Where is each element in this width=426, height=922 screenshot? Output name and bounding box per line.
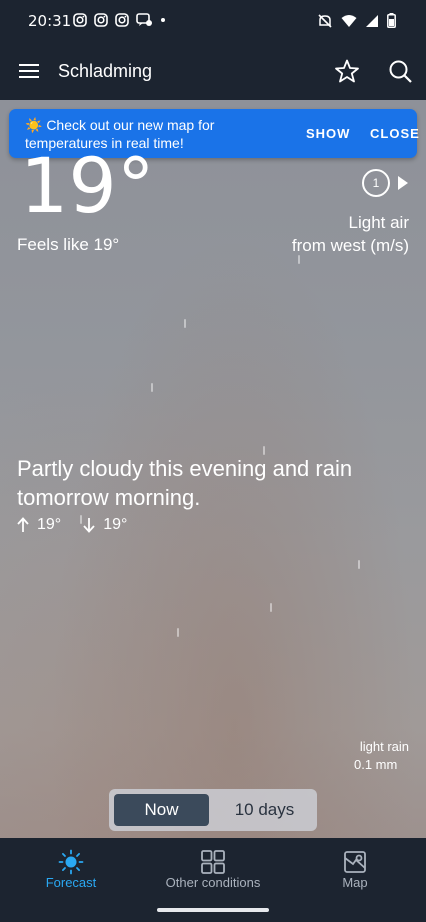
current-temperature: 19° [20, 141, 155, 230]
signal-icon [366, 14, 378, 27]
wind-description: Light air [348, 213, 409, 232]
instagram-icon [73, 13, 87, 27]
raindrop [177, 628, 179, 637]
banner-close-button[interactable]: CLOSE [370, 126, 420, 141]
feels-like: Feels like 19° [17, 235, 120, 254]
toggle-10-days[interactable]: 10 days [217, 794, 312, 826]
grid-icon [201, 850, 225, 874]
nav-other-label: Other conditions [165, 875, 261, 890]
location-title: Schladming [58, 61, 153, 81]
toggle-now[interactable]: Now [114, 794, 209, 826]
message-icon [136, 13, 152, 26]
menu-button[interactable] [16, 58, 42, 84]
status-time: 20:31 [28, 12, 72, 30]
view-toggle: Now 10 days [109, 789, 317, 831]
precip-amount: 0.1 mm [354, 757, 398, 772]
nav-forecast[interactable]: Forecast [0, 838, 142, 902]
forecast-summary: Partly cloudy this evening and rain tomo… [17, 456, 353, 510]
wind-direction: from west (m/s) [291, 236, 409, 255]
star-icon [335, 59, 359, 83]
raindrop [184, 319, 186, 328]
precip-type: light rain [359, 739, 409, 754]
notification-icons [73, 13, 167, 27]
raindrop [298, 255, 300, 264]
search-button[interactable] [387, 58, 413, 84]
low-temp-value: 19° [103, 516, 128, 533]
sun-icon [58, 849, 84, 875]
favorite-button[interactable] [334, 58, 360, 84]
nav-map[interactable]: Map [284, 838, 426, 902]
instagram-icon [94, 13, 108, 27]
arrow-down-icon [83, 518, 95, 533]
nav-forecast-label: Forecast [45, 875, 97, 890]
app-bar: Schladming [0, 42, 426, 100]
high-temp-value: 19° [37, 516, 62, 533]
high-temp: 19° [17, 516, 61, 534]
wind-direction-icon [398, 176, 408, 190]
map-icon [344, 851, 366, 873]
menu-icon [19, 64, 39, 78]
battery-icon [387, 13, 396, 28]
low-temp: 19° [83, 516, 127, 534]
raindrop [358, 560, 360, 569]
high-low: 19° 19° [17, 516, 127, 534]
status-bar: 20:31 [0, 0, 426, 42]
wind-speed-badge: 1 [362, 169, 390, 197]
bottom-navigation: Forecast Other conditions Map [0, 838, 426, 922]
instagram-icon [115, 13, 129, 27]
dot-icon [161, 18, 165, 22]
gesture-bar[interactable] [157, 908, 269, 912]
mute-icon [318, 13, 332, 28]
nav-map-label: Map [342, 875, 368, 890]
raindrop [151, 383, 153, 392]
arrow-up-icon [17, 517, 29, 532]
raindrop [270, 603, 272, 612]
nav-other-conditions[interactable]: Other conditions [142, 838, 284, 902]
system-icons [317, 13, 396, 28]
wifi-icon [341, 14, 357, 27]
banner-show-button[interactable]: SHOW [306, 126, 350, 141]
search-icon [389, 60, 412, 83]
